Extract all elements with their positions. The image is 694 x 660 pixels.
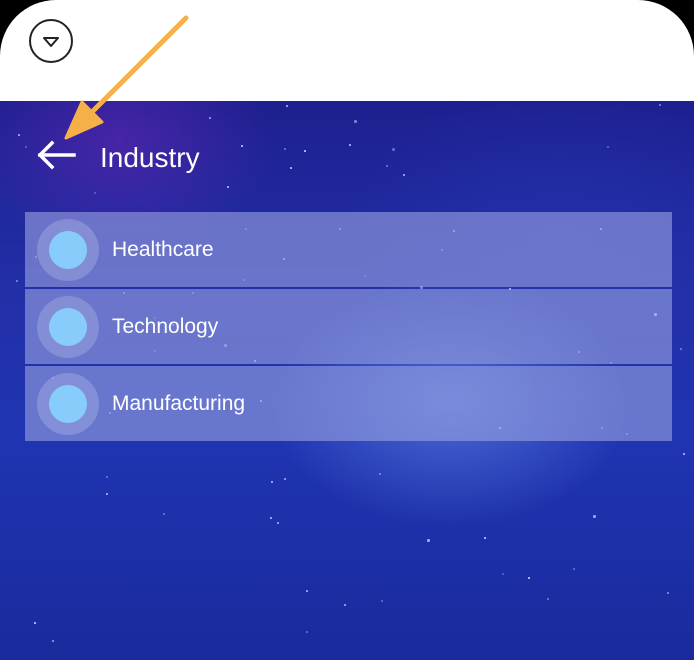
star: [683, 453, 685, 455]
star: [284, 478, 286, 480]
star: [163, 513, 165, 515]
back-button[interactable]: [30, 133, 80, 177]
star: [344, 604, 346, 606]
radio-button[interactable]: [49, 308, 87, 346]
industry-screen: Industry Healthcare Technology Manufactu…: [0, 101, 694, 660]
star: [277, 522, 279, 524]
list-item-label: Manufacturing: [112, 392, 246, 415]
star: [34, 622, 36, 624]
star: [306, 631, 308, 633]
star: [667, 592, 669, 594]
star: [680, 348, 682, 350]
star: [52, 640, 54, 642]
page-title: Industry: [100, 142, 200, 173]
device-frame: Industry Healthcare Technology Manufactu…: [0, 0, 694, 660]
star: [379, 473, 381, 475]
arrow-left-icon: [37, 140, 76, 170]
radio-button[interactable]: [49, 231, 87, 269]
industry-list: Healthcare Technology Manufacturing: [25, 212, 672, 443]
star: [484, 537, 486, 539]
dropdown-button[interactable]: [29, 19, 73, 63]
top-bar: [0, 0, 694, 101]
list-item-technology[interactable]: Technology: [25, 289, 672, 364]
star: [547, 598, 549, 600]
star: [106, 476, 108, 478]
list-item-healthcare[interactable]: Healthcare: [25, 212, 672, 287]
star: [573, 568, 575, 570]
star: [528, 577, 530, 579]
star: [106, 493, 108, 495]
star: [381, 600, 383, 602]
star: [593, 515, 596, 518]
list-item-label: Healthcare: [112, 238, 214, 261]
list-item-label: Technology: [112, 315, 219, 338]
star: [427, 539, 430, 542]
star: [306, 590, 308, 592]
star: [16, 280, 18, 282]
radio-button[interactable]: [49, 385, 87, 423]
app-header: Industry: [0, 101, 694, 211]
star: [502, 573, 504, 575]
star: [270, 517, 272, 519]
list-item-manufacturing[interactable]: Manufacturing: [25, 366, 672, 441]
star: [271, 481, 273, 483]
chevron-down-circle-icon: [43, 37, 59, 47]
